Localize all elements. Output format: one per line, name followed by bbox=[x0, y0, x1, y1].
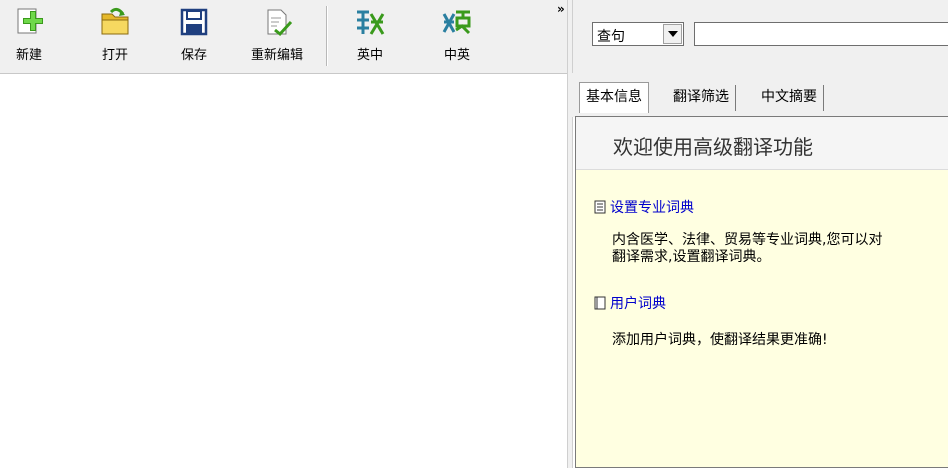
pane-splitter[interactable] bbox=[567, 0, 573, 468]
toolbar-overflow-chevron[interactable]: » bbox=[557, 2, 565, 16]
desc-line: 内含医学、法律、贸易等专业词典,您可以对 bbox=[612, 232, 883, 248]
translate-zh-en-icon bbox=[442, 10, 471, 35]
save-button[interactable]: 保存 bbox=[174, 4, 214, 68]
professional-dictionary-desc: 内含医学、法律、贸易等专业词典,您可以对 翻译需求,设置翻译词典。 bbox=[612, 232, 882, 266]
save-button-label: 保存 bbox=[180, 48, 207, 63]
tab-translation-filter[interactable]: 翻译筛选 bbox=[667, 85, 736, 111]
info-tabs: 基本信息 翻译筛选 中文摘要 bbox=[571, 79, 948, 117]
user-dictionary-link-text[interactable]: 用户词典 bbox=[610, 293, 666, 313]
en-zh-button-label: 英中 bbox=[356, 48, 383, 63]
zh-en-button-label: 中英 bbox=[443, 48, 470, 63]
edit-document-icon bbox=[267, 9, 293, 37]
professional-dictionary-link[interactable]: 设置专业词典 bbox=[594, 197, 694, 217]
search-mode-select[interactable]: 查句 bbox=[592, 22, 684, 46]
toolbar-separator bbox=[326, 6, 327, 66]
open-folder-icon bbox=[101, 7, 129, 35]
professional-dictionary-link-text[interactable]: 设置专业词典 bbox=[610, 197, 694, 217]
new-document-icon bbox=[17, 8, 43, 34]
book-icon bbox=[594, 296, 606, 310]
user-dictionary-link[interactable]: 用户词典 bbox=[594, 293, 666, 313]
zh-en-button[interactable]: 中英 bbox=[437, 4, 477, 68]
open-button-label: 打开 bbox=[101, 48, 128, 63]
desc-line: 添加用户词典，使翻译结果更准确! bbox=[612, 332, 828, 348]
welcome-header: 欢迎使用高级翻译功能 bbox=[576, 117, 948, 170]
welcome-title: 欢迎使用高级翻译功能 bbox=[613, 135, 813, 159]
book-icon bbox=[594, 200, 606, 214]
new-button-label: 新建 bbox=[15, 48, 42, 63]
tab-basic-info[interactable]: 基本信息 bbox=[579, 82, 649, 113]
new-button[interactable]: 新建 bbox=[9, 4, 49, 68]
user-dictionary-desc: 添加用户词典，使翻译结果更准确! bbox=[612, 332, 828, 349]
tab-chinese-abstract[interactable]: 中文摘要 bbox=[755, 85, 824, 111]
toolbar: 新建 打开 保存 重新编辑 英中 中英 » 查句 bbox=[0, 0, 948, 74]
editor-pane[interactable] bbox=[0, 74, 567, 468]
re-edit-button[interactable]: 重新编辑 bbox=[240, 4, 314, 68]
translate-en-zh-icon bbox=[357, 10, 385, 35]
search-input[interactable] bbox=[694, 22, 948, 46]
search-mode-value: 查句 bbox=[597, 29, 625, 45]
open-button[interactable]: 打开 bbox=[95, 4, 135, 68]
en-zh-button[interactable]: 英中 bbox=[350, 4, 390, 68]
re-edit-button-label: 重新编辑 bbox=[250, 48, 303, 63]
desc-line: 翻译需求,设置翻译词典。 bbox=[612, 249, 771, 265]
chevron-down-icon[interactable] bbox=[663, 24, 682, 44]
welcome-panel: 欢迎使用高级翻译功能 设置专业词典 内含医学、法律、贸易等专业词典,您可以对 翻… bbox=[575, 116, 948, 468]
save-disk-icon bbox=[180, 8, 208, 36]
